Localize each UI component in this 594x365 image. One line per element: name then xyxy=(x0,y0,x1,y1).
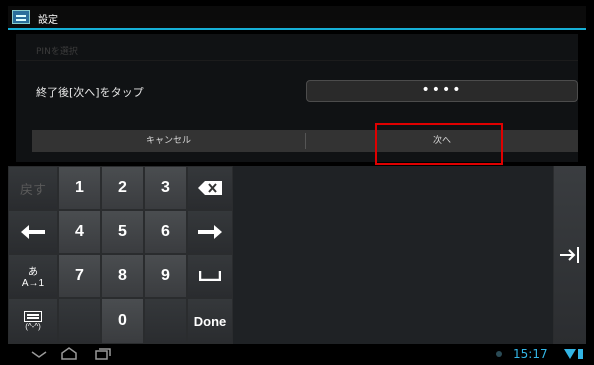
backspace-key[interactable] xyxy=(187,166,233,210)
key-9[interactable]: 9 xyxy=(144,254,187,298)
instruction-text: 終了後[次へ]をタップ xyxy=(36,86,144,99)
input-mode-key[interactable]: あ A→1 xyxy=(8,254,58,298)
backspace-icon xyxy=(198,181,222,195)
page-title: 設定 xyxy=(38,15,58,26)
numeric-keyboard: 戻す 1 2 3 4 5 6 あ A→1 7 8 9 (^-^) 0 Done xyxy=(8,166,586,344)
recent-apps-icon[interactable] xyxy=(94,347,112,361)
key-4[interactable]: 4 xyxy=(58,210,101,254)
divider xyxy=(16,60,578,61)
key-2[interactable]: 2 xyxy=(101,166,144,210)
keyboard-settings-key[interactable]: (^-^) xyxy=(8,298,58,344)
home-icon[interactable] xyxy=(60,347,78,361)
key-1[interactable]: 1 xyxy=(58,166,101,210)
notification-icon xyxy=(496,351,502,357)
clock: 15:17 xyxy=(513,347,548,361)
emoji-label: (^-^) xyxy=(25,322,41,331)
cancel-button[interactable]: キャンセル xyxy=(32,130,305,152)
system-nav-bar: 15:17 xyxy=(8,344,586,365)
right-arrow-icon xyxy=(198,225,222,239)
blank-key-left xyxy=(58,298,101,344)
key-5[interactable]: 5 xyxy=(101,210,144,254)
key-3[interactable]: 3 xyxy=(144,166,187,210)
undo-key[interactable]: 戻す xyxy=(8,166,58,210)
left-arrow-icon xyxy=(21,225,45,239)
settings-icon[interactable] xyxy=(12,10,30,24)
done-key[interactable]: Done xyxy=(187,298,233,344)
key-7[interactable]: 7 xyxy=(58,254,101,298)
keyboard-empty-area xyxy=(233,166,553,344)
hide-keyboard-icon[interactable] xyxy=(30,347,48,361)
pin-hint-label: PINを選択 xyxy=(36,47,78,57)
next-button-highlight xyxy=(375,123,503,165)
key-0[interactable]: 0 xyxy=(101,298,144,344)
space-key[interactable] xyxy=(187,254,233,298)
blank-key-right xyxy=(144,298,187,344)
key-6[interactable]: 6 xyxy=(144,210,187,254)
title-bar: 設定 xyxy=(8,6,586,30)
tab-key[interactable] xyxy=(553,166,586,344)
cursor-right-key[interactable] xyxy=(187,210,233,254)
keyboard-icon xyxy=(24,311,42,322)
key-8[interactable]: 8 xyxy=(101,254,144,298)
wifi-icon xyxy=(564,349,576,359)
cursor-left-key[interactable] xyxy=(8,210,58,254)
battery-icon xyxy=(578,349,583,359)
pin-input[interactable]: •••• xyxy=(306,80,578,102)
space-icon xyxy=(199,271,221,281)
tab-icon xyxy=(560,247,579,263)
input-mode-label: あ xyxy=(28,267,38,278)
input-mode-sub-label: A→1 xyxy=(21,278,45,289)
